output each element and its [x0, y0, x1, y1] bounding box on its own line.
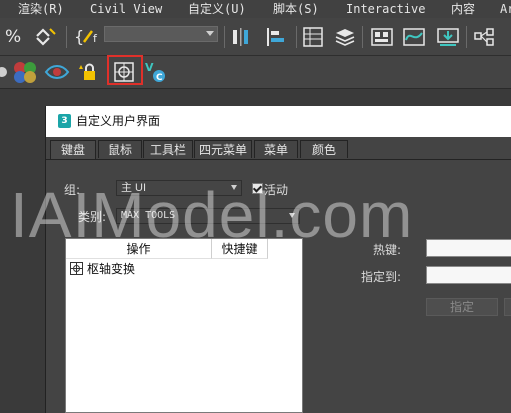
menu-civil-view[interactable]: Civil View [90, 0, 162, 18]
partial-icon[interactable] [0, 62, 8, 82]
svg-text:V: V [145, 61, 154, 74]
spheres-icon[interactable] [12, 60, 38, 84]
assigned-to-label: 指定到: [361, 270, 402, 284]
group-label: 组: [64, 183, 81, 197]
svg-text:f: f [93, 32, 98, 45]
menu-customize[interactable]: 自定义(U) [188, 0, 246, 18]
category-value: MAX TOOLS [121, 210, 176, 221]
mirror-icon[interactable] [230, 26, 254, 48]
material-editor-icon[interactable] [472, 26, 498, 48]
dialog-title: 自定义用户界面 [76, 114, 161, 128]
tab-mouse[interactable]: 鼠标 [98, 140, 142, 158]
toggle-scene-explorer-icon[interactable] [302, 26, 324, 48]
category-dropdown[interactable]: MAX TOOLS [116, 208, 300, 224]
group-dropdown[interactable]: 主 UI [116, 180, 242, 196]
tab-menus[interactable]: 菜单 [254, 140, 298, 158]
tab-divider [46, 159, 511, 160]
customize-ui-dialog: 3 自定义用户界面 键盘 鼠标 工具栏 四元菜单 菜单 颜色 组: 主 UI 活… [45, 106, 511, 413]
action-name: 枢轴变换 [87, 262, 136, 276]
action-list[interactable]: 操作 快捷键 枢轴变换 [65, 238, 303, 413]
align-icon[interactable] [264, 26, 290, 48]
tab-bar: 键盘 鼠标 工具栏 四元菜单 菜单 颜色 [46, 140, 511, 160]
svg-text:{: { [74, 27, 84, 46]
lock-star-icon[interactable] [76, 61, 100, 83]
tab-keyboard[interactable]: 键盘 [50, 140, 96, 160]
ribbon-icon[interactable] [370, 26, 394, 48]
spinner-snap-icon[interactable] [34, 26, 58, 46]
active-checkbox[interactable] [252, 183, 263, 194]
column-header-action[interactable]: 操作 [66, 239, 212, 259]
curve-editor-icon[interactable] [402, 26, 426, 48]
assign-button[interactable]: 指定 [426, 298, 498, 316]
column-header-shortcut[interactable]: 快捷键 [212, 239, 268, 259]
assigned-to-field[interactable] [426, 266, 511, 284]
svg-text:%: % [5, 27, 21, 46]
eye-icon[interactable] [44, 61, 70, 83]
menu-render[interactable]: 渲染(R) [18, 0, 64, 18]
svg-text:C: C [156, 73, 163, 83]
category-label: 类别: [78, 210, 107, 224]
tab-colors[interactable]: 颜色 [300, 140, 348, 158]
named-selection-set-dropdown[interactable] [104, 26, 218, 42]
pivot-transform-icon [70, 262, 83, 275]
remove-button[interactable] [504, 298, 511, 316]
layer-manager-icon[interactable] [334, 26, 356, 48]
menu-arnold[interactable]: Ar [500, 0, 511, 18]
hotkey-input[interactable] [426, 239, 511, 257]
edit-named-selection-icon[interactable]: {f [74, 26, 100, 46]
active-checkbox-label: 活动 [264, 183, 289, 197]
list-item[interactable]: 枢轴变换 [66, 260, 302, 278]
highlight-box [107, 55, 143, 85]
schematic-view-icon[interactable] [436, 26, 460, 48]
menu-bar: 渲染(R) Civil View 自定义(U) 脚本(S) Interactiv… [0, 0, 511, 18]
percent-snap-icon[interactable]: % [4, 26, 24, 46]
tab-toolbars[interactable]: 工具栏 [143, 140, 193, 158]
menu-content[interactable]: 内容 [451, 0, 475, 18]
hotkey-label: 热键: [373, 243, 402, 257]
tab-quad-menus[interactable]: 四元菜单 [194, 140, 252, 158]
maxscript-vc-icon[interactable]: VC [144, 60, 168, 84]
secondary-toolbar: VC [0, 56, 511, 89]
menu-interactive[interactable]: Interactive [346, 0, 425, 18]
app-3ds-icon: 3 [58, 114, 71, 128]
dialog-titlebar[interactable]: 3 自定义用户界面 [46, 106, 511, 137]
group-value: 主 UI [121, 182, 147, 194]
main-toolbar: % {f [0, 18, 511, 56]
menu-scripting[interactable]: 脚本(S) [273, 0, 319, 18]
